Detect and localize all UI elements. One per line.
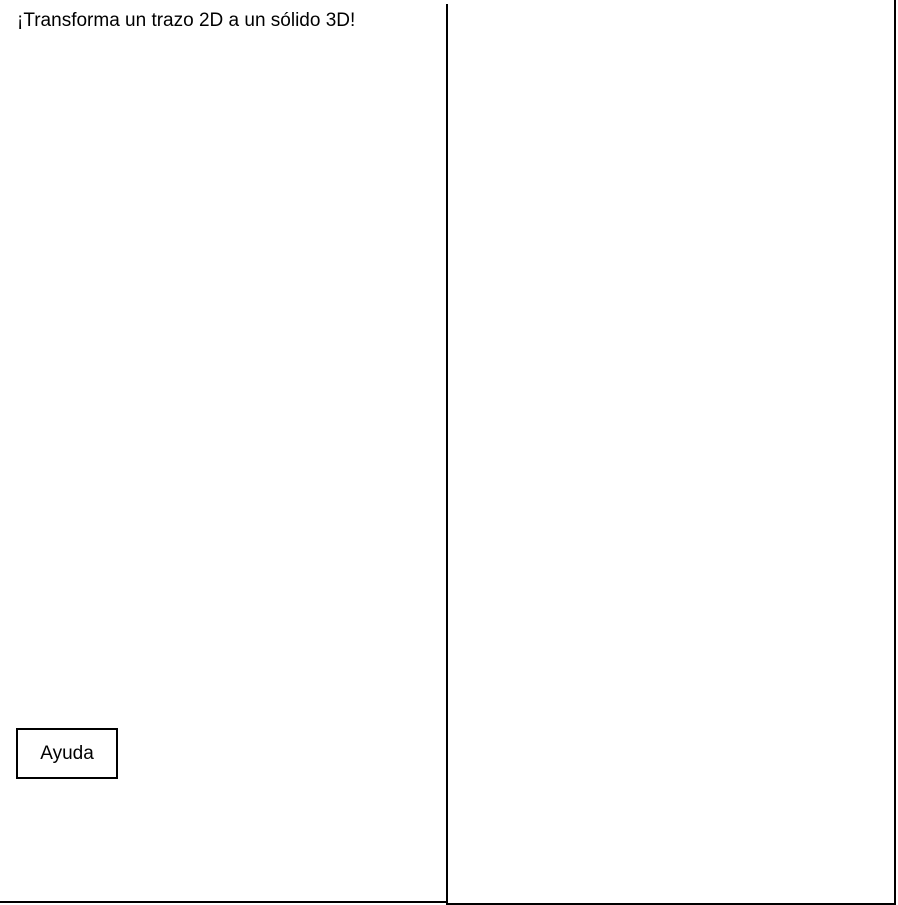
app-root: ¡Transforma un trazo 2D a un sólido 3D! …	[0, 0, 898, 905]
page-title: ¡Transforma un trazo 2D a un sólido 3D!	[17, 10, 356, 31]
help-button-label: Ayuda	[40, 742, 94, 764]
help-button[interactable]: Ayuda	[16, 728, 118, 779]
drawing-canvas[interactable]: ¡Transforma un trazo 2D a un sólido 3D! …	[0, 4, 446, 903]
3d-view-canvas[interactable]	[448, 0, 896, 905]
